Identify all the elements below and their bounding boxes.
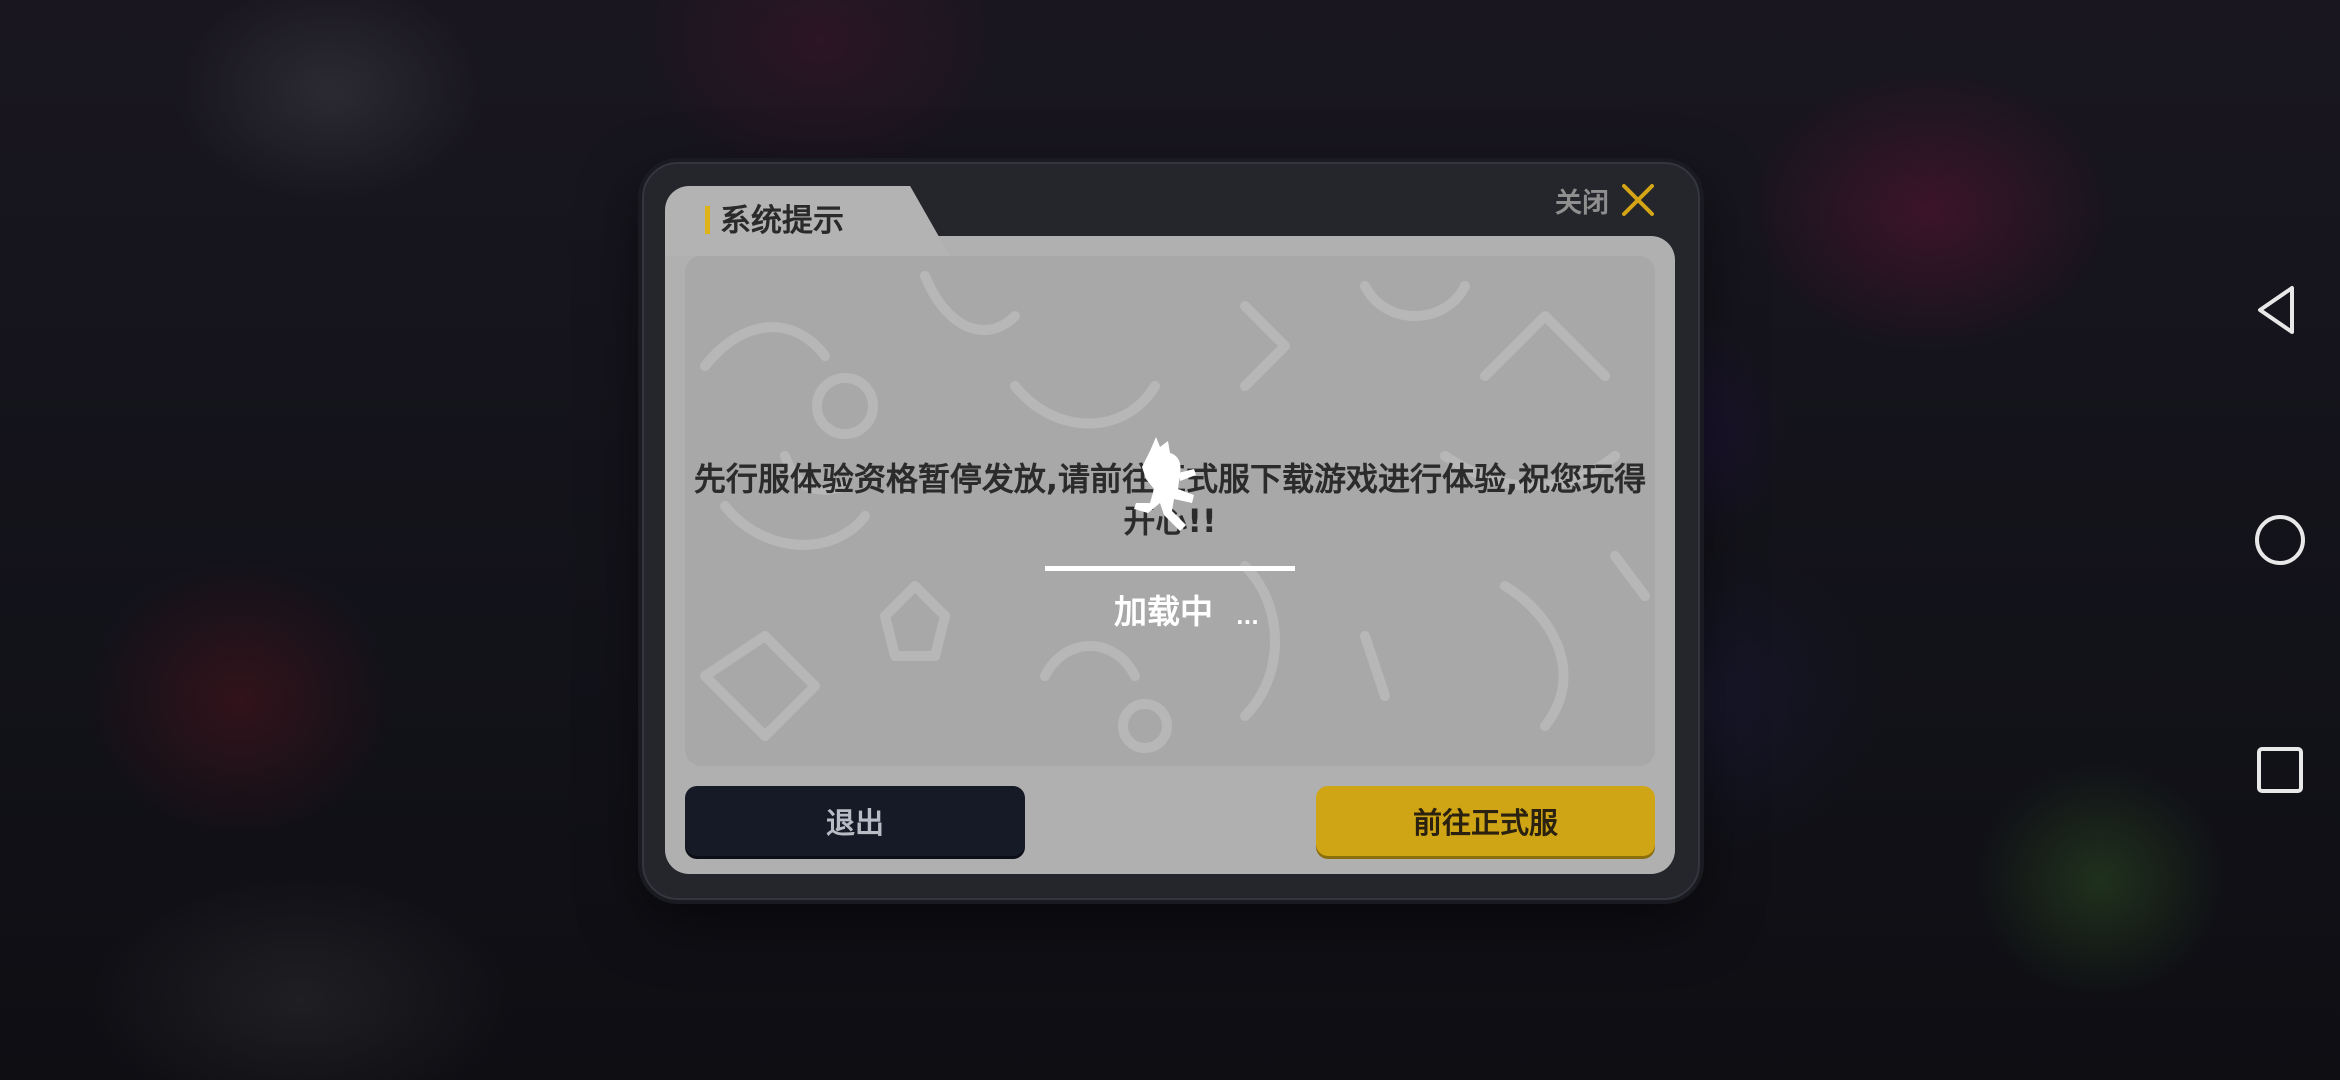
android-nav-bar: [2220, 0, 2340, 1080]
home-icon[interactable]: [2252, 512, 2308, 568]
close-button[interactable]: 关闭: [1555, 178, 1675, 222]
loading-dots: ...: [1236, 605, 1259, 629]
exit-button[interactable]: 退出: [685, 786, 1025, 856]
go-button-label: 前往正式服: [1412, 806, 1558, 840]
recents-icon[interactable]: [2252, 742, 2308, 798]
title-accent-bar: [705, 206, 710, 234]
dialog-title: 系统提示: [720, 203, 844, 239]
loading-text: 加载中: [1114, 592, 1213, 631]
close-icon: [1622, 184, 1654, 216]
loading-overlay: 加载中 ...: [1040, 425, 1300, 655]
go-to-official-server-button[interactable]: 前往正式服: [1316, 786, 1655, 856]
close-label: 关闭: [1555, 187, 1609, 219]
back-icon[interactable]: [2252, 282, 2308, 338]
exit-button-label: 退出: [825, 806, 884, 840]
loading-progress-bar: [1045, 566, 1295, 571]
running-character-icon: [1134, 437, 1196, 531]
